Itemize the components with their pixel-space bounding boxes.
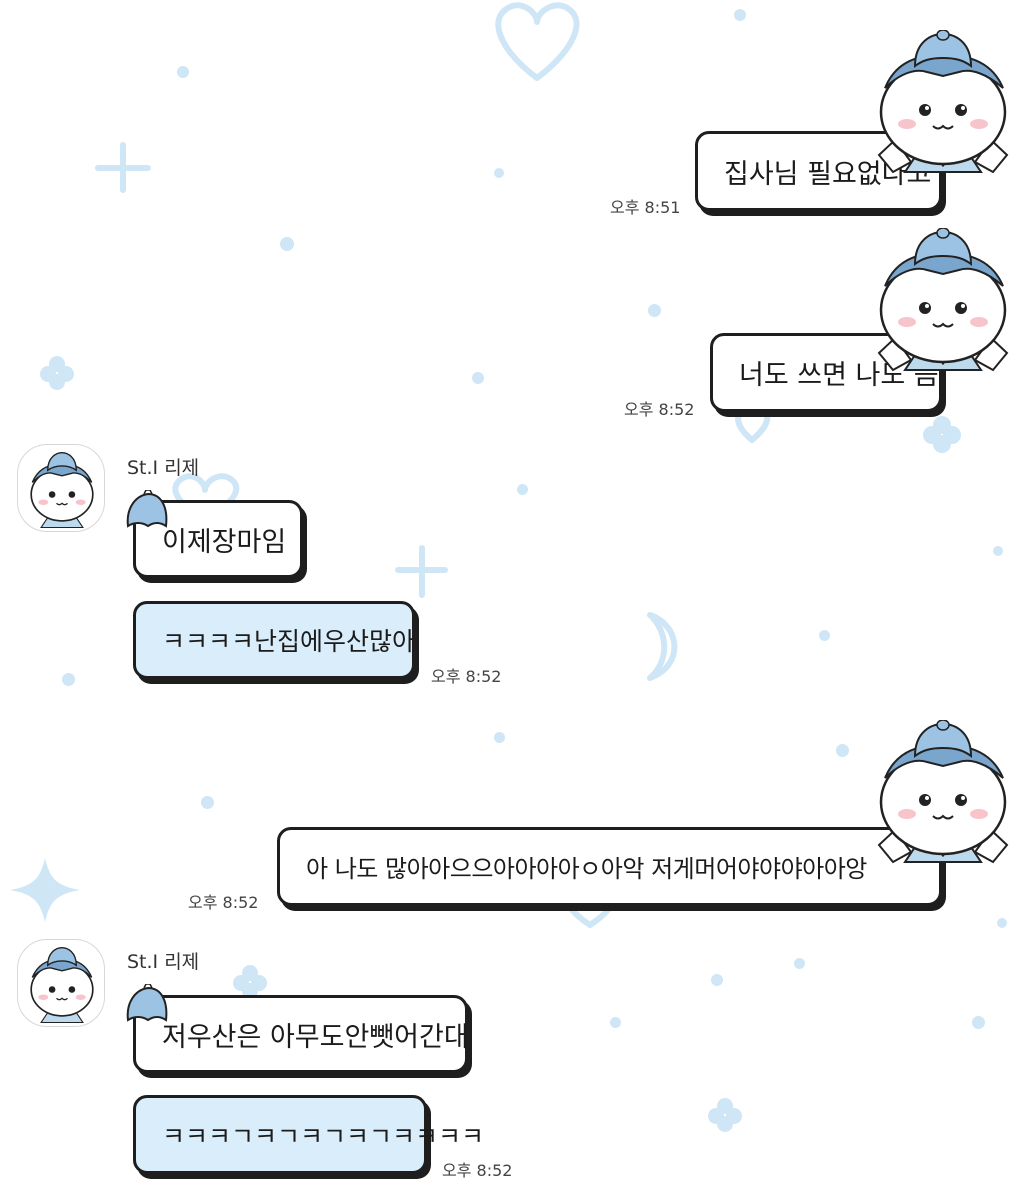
message-text: 아 나도 많아아으으아아아아ㅇ아악 저게머어야야야아아앙 xyxy=(306,855,867,883)
message-timestamp: 오후 8:51 xyxy=(610,198,681,217)
bellflower-icon xyxy=(126,490,168,528)
message-text: ㅋㅋㅋㄱㅋㄱㅋㄱㅋㄱㅋㅋㅋㅋ xyxy=(162,1121,485,1151)
sent-message-bubble[interactable]: 아 나도 많아아으으아아아아ㅇ아악 저게머어야야야아아앙 xyxy=(277,827,942,906)
bell-hat-mascot-icon xyxy=(875,227,1011,388)
message-timestamp: 오후 8:52 xyxy=(442,1161,513,1180)
received-message-bubble[interactable]: ㅋㅋㅋㄱㅋㄱㅋㄱㅋㄱㅋㅋㅋㅋ xyxy=(133,1095,484,1174)
bell-hat-mascot-icon xyxy=(875,719,1011,880)
sender-name: St.I 리제 xyxy=(127,457,200,479)
message-timestamp: 오후 8:52 xyxy=(431,667,502,686)
received-message-bubble[interactable]: ㅋㅋㅋㅋ난집에우산많아 xyxy=(133,601,415,679)
bell-hat-mascot-avatar[interactable] xyxy=(17,939,105,1027)
message-text: 저우산은 아무도안뺏어간대 xyxy=(162,1021,469,1053)
message-timestamp: 오후 8:52 xyxy=(624,400,695,419)
bell-hat-mascot-avatar[interactable] xyxy=(17,444,105,532)
received-message-bubble[interactable]: 저우산은 아무도안뺏어간대 xyxy=(133,995,469,1073)
sender-name: St.I 리제 xyxy=(127,951,200,973)
message-text: ㅋㅋㅋㅋ난집에우산많아 xyxy=(162,627,416,656)
message-timestamp: 오후 8:52 xyxy=(188,893,259,912)
bell-hat-mascot-icon xyxy=(875,29,1011,190)
message-text: 이제장마임 xyxy=(162,526,287,558)
bellflower-icon xyxy=(126,984,168,1022)
